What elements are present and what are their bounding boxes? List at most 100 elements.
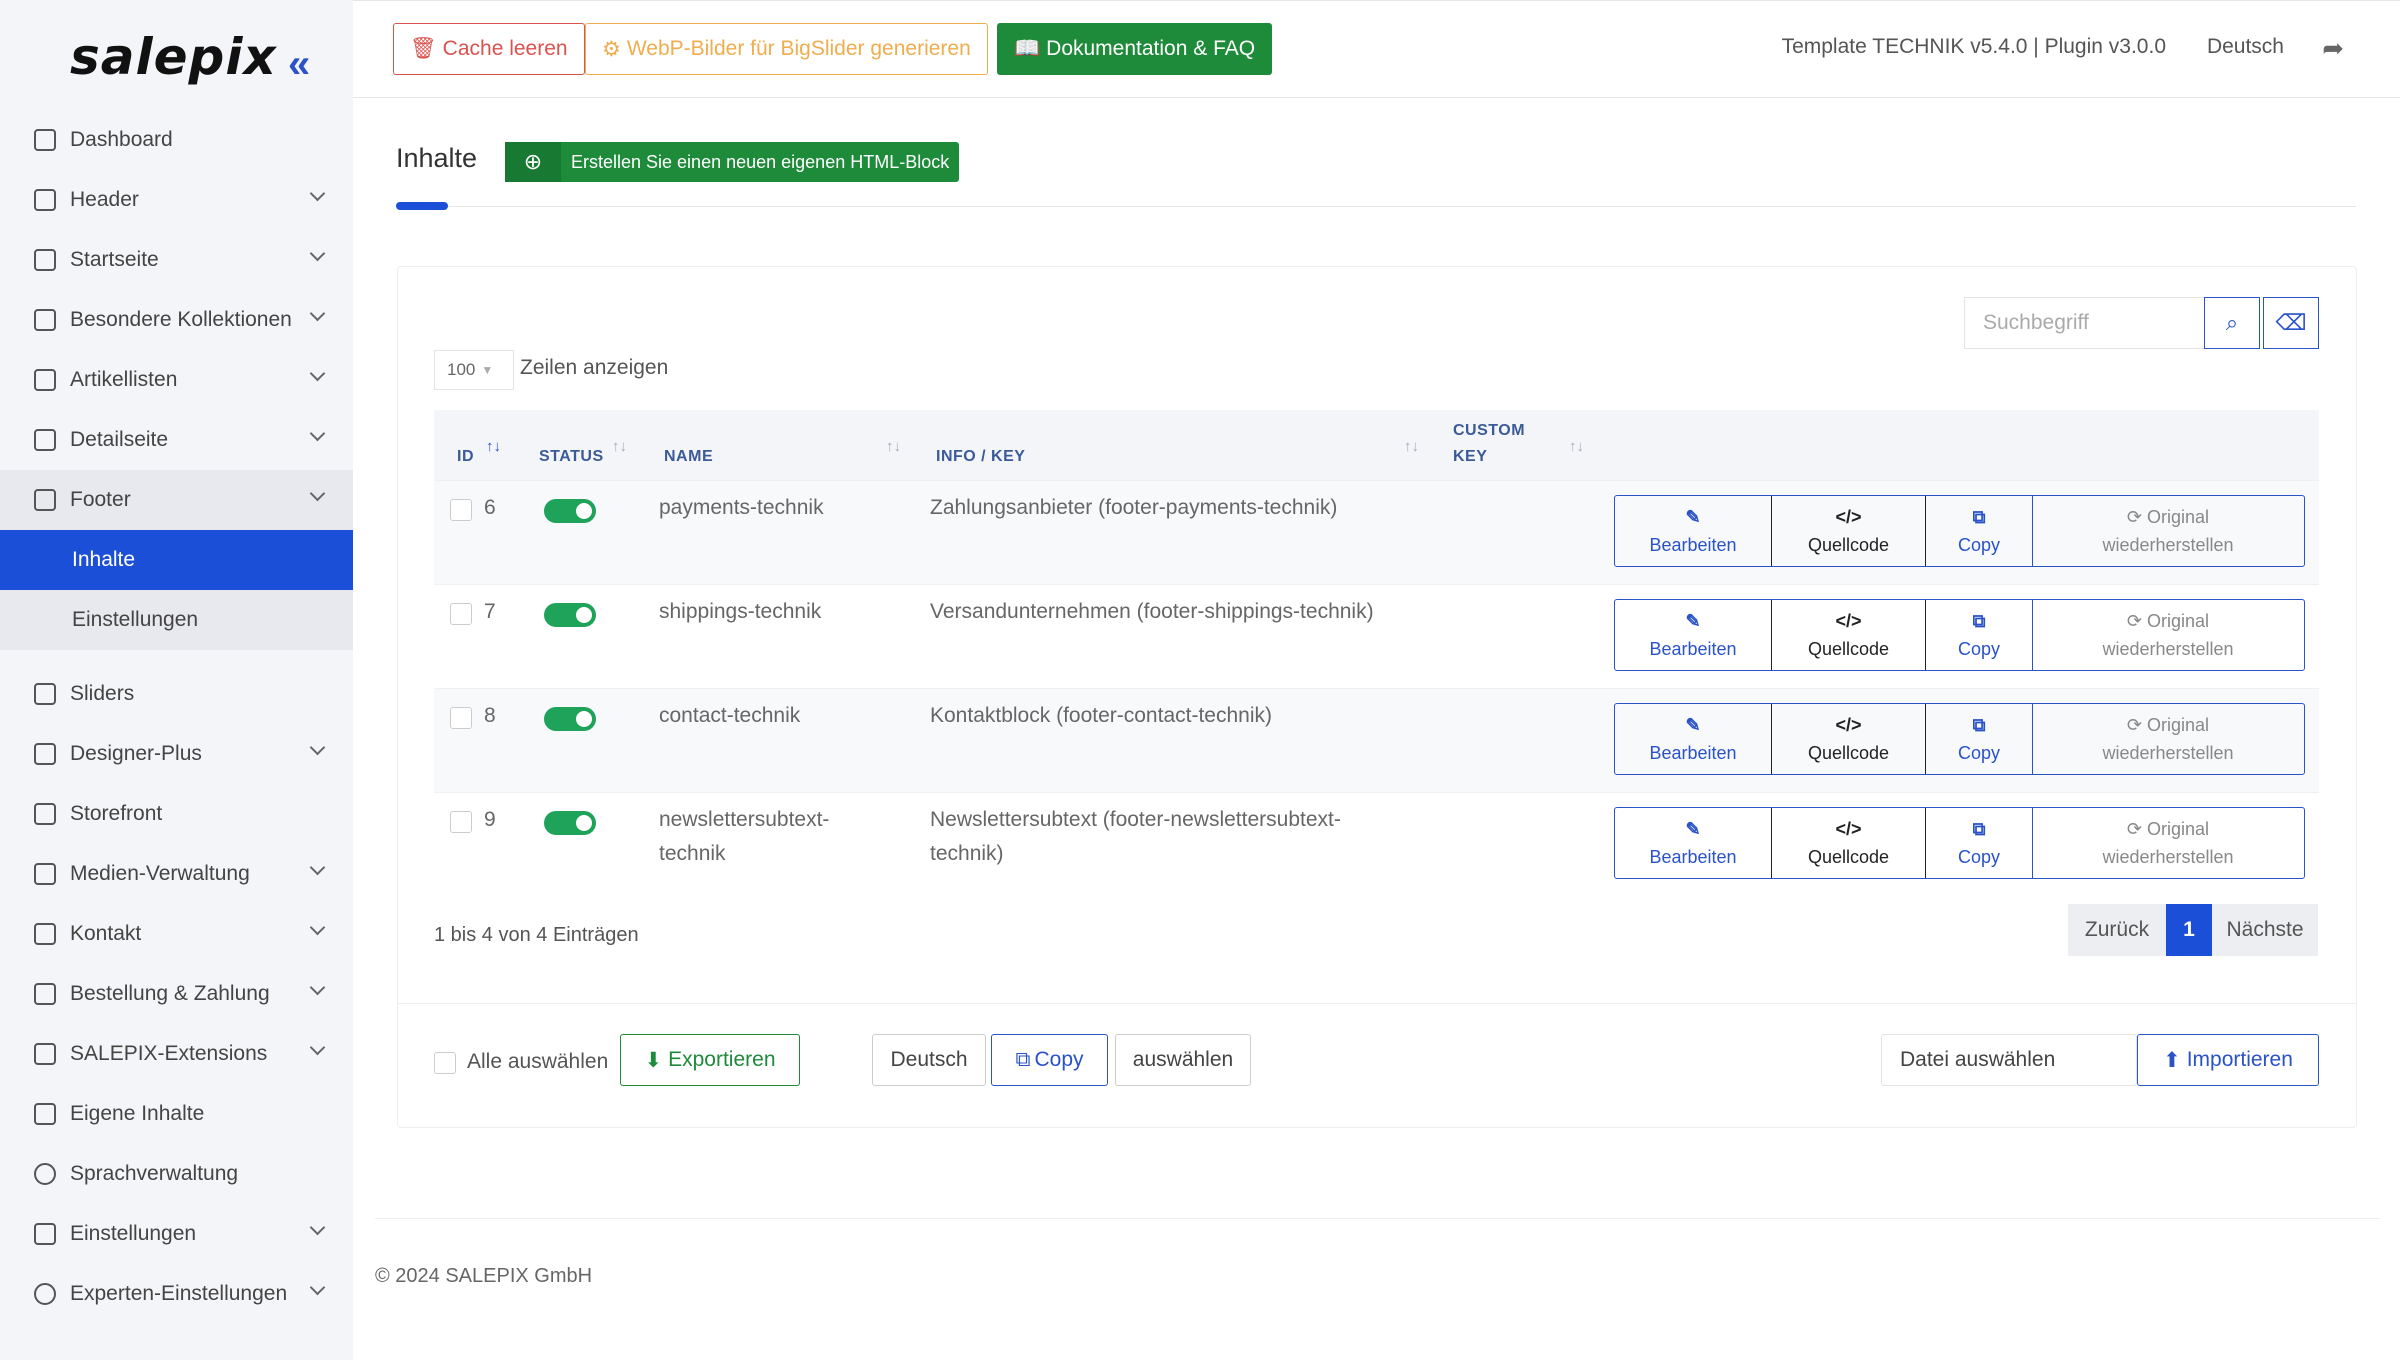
- eraser-icon[interactable]: ⌫: [2263, 297, 2319, 349]
- sort-icon[interactable]: ↑↓: [886, 438, 901, 455]
- restore-button[interactable]: ⟳ Original wiederherstellen: [2033, 808, 2303, 878]
- row-checkbox[interactable]: [450, 603, 472, 625]
- edit-button[interactable]: ✎ Bearbeiten: [1615, 808, 1772, 878]
- select-all-checkbox[interactable]: [434, 1052, 456, 1074]
- status-toggle[interactable]: [544, 499, 596, 523]
- language-selector[interactable]: Deutsch: [2207, 35, 2284, 59]
- copy-button[interactable]: ⧉ Copy: [1926, 600, 2033, 670]
- sidebar-item-kontakt[interactable]: Kontakt: [0, 904, 353, 964]
- export-button[interactable]: ⬇ Exportieren: [620, 1034, 800, 1086]
- sort-icon[interactable]: ↑↓: [1404, 438, 1419, 455]
- copy-icon: ⧉: [1972, 507, 1986, 527]
- source-code-button[interactable]: </> Quellcode: [1771, 496, 1926, 566]
- restore-button[interactable]: ⟳ Original wiederherstellen: [2033, 496, 2303, 566]
- share-icon[interactable]: ➦: [2322, 33, 2344, 64]
- th-info[interactable]: INFO / KEY: [936, 448, 1025, 466]
- sidebar-item-artikellisten[interactable]: Artikellisten: [0, 350, 353, 410]
- sidebar-item-designer-plus[interactable]: Designer-Plus: [0, 724, 353, 784]
- sidebar-item-dashboard[interactable]: Dashboard: [0, 110, 353, 170]
- edit-button[interactable]: ✎ Bearbeiten: [1615, 704, 1772, 774]
- sidebar-item-header[interactable]: Header: [0, 170, 353, 230]
- sort-asc-icon[interactable]: ↑↓: [486, 438, 501, 455]
- row-actions: ✎ Bearbeiten </> Quellcode ⧉ Copy ⟳ Original wi…: [1614, 599, 2305, 671]
- globe-icon: [34, 1163, 56, 1185]
- th-name[interactable]: NAME: [664, 448, 713, 466]
- pager-prev-button[interactable]: Zurück: [2068, 904, 2166, 956]
- search-input[interactable]: Suchbegriff: [1964, 297, 2204, 349]
- edit-icon: ✎: [1685, 819, 1701, 839]
- th-key[interactable]: KEY: [1453, 448, 1487, 466]
- pager-page-button[interactable]: 1: [2166, 904, 2212, 956]
- trash-icon: 🗑: [410, 37, 437, 60]
- th-id[interactable]: ID: [457, 448, 474, 466]
- select-all-label: Alle auswählen: [467, 1050, 609, 1073]
- sidebar-item-detailseite[interactable]: Detailseite: [0, 410, 353, 470]
- row-checkbox[interactable]: [450, 499, 472, 521]
- copy-button[interactable]: ⧉ Copy: [1926, 704, 2033, 774]
- sort-icon[interactable]: ↑↓: [612, 438, 627, 455]
- row-checkbox[interactable]: [450, 811, 472, 833]
- search-icon[interactable]: ⌕: [2204, 297, 2260, 349]
- sidebar-item-kollektionen[interactable]: Besondere Kollektionen: [0, 290, 353, 350]
- status-toggle[interactable]: [544, 603, 596, 627]
- copy-button[interactable]: ⧉ Copy: [1926, 808, 2033, 878]
- sidebar-item-bestellung[interactable]: Bestellung & Zahlung: [0, 964, 353, 1024]
- caret-down-icon: ▼: [481, 363, 494, 377]
- table-row: 8 contact-technik Kontaktblock (footer-con…: [434, 688, 2319, 792]
- sidebar-item-medien[interactable]: Medien-Verwaltung: [0, 844, 353, 904]
- create-html-block-button[interactable]: ⊕ Erstellen Sie einen neuen eigenen HTML-…: [505, 142, 960, 182]
- restore-button[interactable]: ⟳ Original wiederherstellen: [2033, 600, 2303, 670]
- sort-icon[interactable]: ↑↓: [1569, 438, 1584, 455]
- sidebar-item-storefront[interactable]: Storefront: [0, 784, 353, 844]
- refresh-icon: ⟳: [2126, 507, 2143, 527]
- row-checkbox[interactable]: [450, 707, 472, 729]
- sidebar-item-extensions[interactable]: SALEPIX-Extensions: [0, 1024, 353, 1084]
- basket-icon: [34, 983, 56, 1005]
- sidebar-item-sprachverwaltung[interactable]: Sprachverwaltung: [0, 1144, 353, 1204]
- choose-target-select[interactable]: auswählen: [1115, 1034, 1251, 1086]
- sidebar-item-footer[interactable]: Footer: [0, 470, 353, 530]
- edit-icon: ✎: [1685, 507, 1701, 527]
- copy-language-button[interactable]: ⧉ Copy: [991, 1034, 1108, 1086]
- docs-button[interactable]: 📖 Dokumentation & FAQ: [997, 23, 1273, 75]
- upload-icon: ⬆: [2163, 1048, 2181, 1072]
- copy-button[interactable]: ⧉ Copy: [1926, 496, 2033, 566]
- status-toggle[interactable]: [544, 707, 596, 731]
- pager-next-button[interactable]: Nächste: [2212, 904, 2318, 956]
- chevron-down-icon: [309, 365, 326, 382]
- collapse-sidebar-icon[interactable]: «: [288, 44, 310, 84]
- settings-grid-icon: [34, 1223, 56, 1245]
- chevron-down-icon: [309, 1279, 326, 1296]
- row-actions: ✎ Bearbeiten </> Quellcode ⧉ Copy ⟳ Original wi…: [1614, 703, 2305, 775]
- salepix-logo: salepix: [70, 28, 277, 86]
- sidebar-item-experten[interactable]: Experten-Einstellungen: [0, 1264, 353, 1324]
- source-code-button[interactable]: </> Quellcode: [1771, 704, 1926, 774]
- sidebar-item-startseite[interactable]: Startseite: [0, 230, 353, 290]
- language-select[interactable]: Deutsch: [872, 1034, 986, 1086]
- edit-icon: ✎: [1685, 715, 1701, 735]
- restore-button[interactable]: ⟳ Original wiederherstellen: [2033, 704, 2303, 774]
- source-code-button[interactable]: </> Quellcode: [1771, 808, 1926, 878]
- th-custom[interactable]: CUSTOM: [1453, 422, 1525, 440]
- edit-button[interactable]: ✎ Bearbeiten: [1615, 600, 1772, 670]
- table-row: 6 payments-technik Zahlungsanbieter (foote…: [434, 480, 2319, 584]
- source-code-button[interactable]: </> Quellcode: [1771, 600, 1926, 670]
- sidebar-item-einstellungen[interactable]: Einstellungen: [0, 1204, 353, 1264]
- sidebar-subitem-einstellungen[interactable]: Einstellungen: [0, 590, 353, 650]
- th-status[interactable]: STATUS: [539, 448, 604, 466]
- chevron-down-icon: [309, 919, 326, 936]
- page-size-select[interactable]: 100 ▼: [434, 350, 514, 390]
- file-input[interactable]: Datei auswählen: [1881, 1034, 2137, 1086]
- webp-generate-button[interactable]: ⚙ WebP-Bilder für BigSlider generieren: [585, 23, 988, 75]
- sidebar-item-sliders[interactable]: Sliders: [0, 664, 353, 724]
- sidebar-item-eigene-inhalte[interactable]: Eigene Inhalte: [0, 1084, 353, 1144]
- row-name: contact-technik: [659, 704, 801, 727]
- table-summary: 1 bis 4 von 4 Einträgen: [434, 924, 639, 946]
- edit-button[interactable]: ✎ Bearbeiten: [1615, 496, 1772, 566]
- status-toggle[interactable]: [544, 811, 596, 835]
- sidebar-subitem-inhalte[interactable]: Inhalte: [0, 530, 353, 590]
- table-row: 7 shippings-technik Versandunternehmen (fo…: [434, 584, 2319, 688]
- edit-icon: ✎: [1685, 611, 1701, 631]
- import-button[interactable]: ⬆ Importieren: [2137, 1034, 2319, 1086]
- cache-clear-button[interactable]: 🗑 Cache leeren: [393, 23, 585, 75]
